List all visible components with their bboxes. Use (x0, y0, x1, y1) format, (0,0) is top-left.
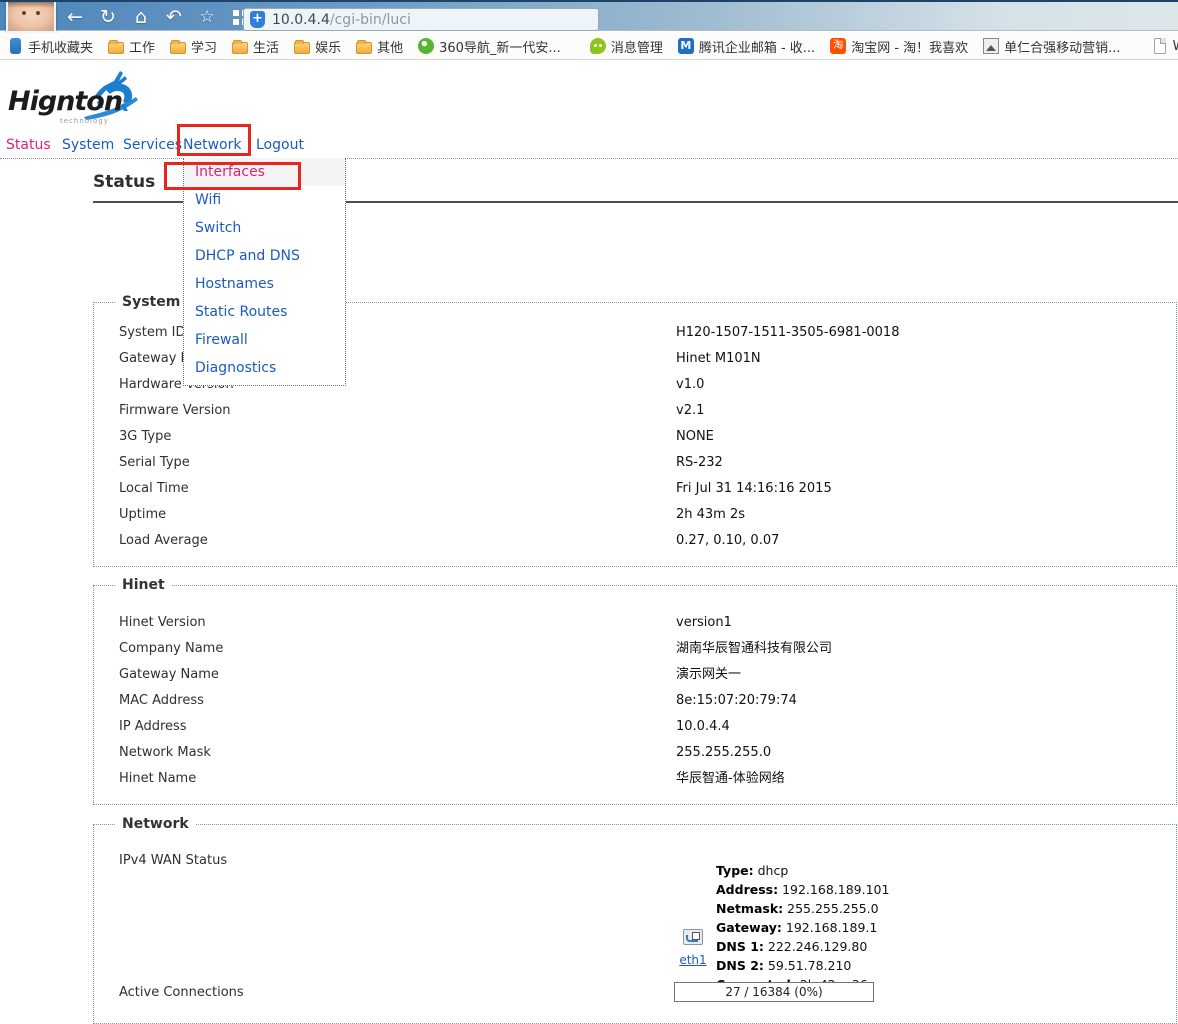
network-dropdown-menu: Interfaces Wifi Switch DHCP and DNS Host… (183, 158, 346, 386)
phone-icon (10, 38, 21, 54)
annotation-box-interfaces (164, 162, 301, 190)
bookmark-folder-study[interactable]: 学习 (170, 37, 217, 56)
table-row: Serial TypeRS-232 (94, 450, 1176, 476)
bookmark-360-nav[interactable]: 360导航_新一代安... (418, 37, 561, 56)
table-row: Hinet Name华辰智通-体验网络 (94, 766, 1176, 792)
dropdown-item-dhcp-dns[interactable]: DHCP and DNS (184, 242, 345, 270)
image-icon (983, 38, 999, 54)
chat-icon (590, 38, 606, 54)
taobao-icon: 淘 (830, 38, 846, 54)
ethernet-port-icon (683, 929, 703, 945)
menu-item-status[interactable]: Status (6, 137, 51, 153)
menu-item-services[interactable]: Services (123, 137, 182, 153)
table-row: 3G TypeNONE (94, 424, 1176, 450)
network-section: Network IPv4 WAN Status eth1 Type: dhcp … (93, 824, 1177, 1024)
page-icon (1154, 38, 1166, 54)
wan-detail-line: DNS 1: 222.246.129.80 (716, 937, 889, 956)
logo-subtitle: technology (60, 117, 109, 125)
menu-item-system[interactable]: System (62, 137, 114, 153)
folder-icon (108, 42, 124, 54)
hignton-logo: Hignton technology (8, 73, 158, 128)
wan-interface-link[interactable]: eth1 (679, 953, 706, 967)
bookmark-message-manager[interactable]: 消息管理 (590, 37, 663, 56)
folder-icon (232, 42, 248, 54)
content-area: Status System System IDH120-1507-1511-35… (0, 158, 1178, 945)
table-row: Load Average0.27, 0.10, 0.07 (94, 528, 1176, 554)
active-connections-label: Active Connections (119, 985, 244, 1000)
folder-icon (294, 42, 310, 54)
back-icon[interactable]: ← (64, 5, 86, 29)
url-text: 10.0.4.4/cgi-bin/luci (272, 12, 411, 28)
dropdown-item-hostnames[interactable]: Hostnames (184, 270, 345, 298)
wan-status-label: IPv4 WAN Status (119, 853, 227, 868)
user-avatar[interactable] (6, 2, 56, 33)
folder-icon (170, 42, 186, 54)
logo-wordmark: Hignton (8, 86, 122, 117)
dropdown-item-switch[interactable]: Switch (184, 214, 345, 242)
bookmark-taobao[interactable]: 淘 淘宝网 - 淘！我喜欢 (830, 37, 968, 56)
bookmark-shanren-marketing[interactable]: 单仁合强移动营销... (983, 37, 1120, 56)
menu-item-logout[interactable]: Logout (256, 137, 304, 153)
360-icon (418, 38, 434, 54)
site-safety-shield-icon[interactable] (250, 11, 265, 28)
table-row: Company Name湖南华辰智通科技有限公司 (94, 636, 1176, 662)
mail-icon: M (678, 38, 694, 54)
undo-icon[interactable]: ↶ (163, 5, 185, 29)
star-icon[interactable]: ☆ (196, 5, 218, 29)
bookmark-tencent-mail[interactable]: M 腾讯企业邮箱 - 收... (678, 37, 815, 56)
bookmarks-bar: 手机收藏夹 工作 学习 生活 娱乐 其他 360导航_新一代安... 消息管理 … (0, 33, 1178, 60)
bookmark-wisecrm[interactable]: WiseCRM NBS - ... (1152, 38, 1178, 54)
router-admin-page: Hignton technology Status System Service… (0, 61, 1178, 945)
table-row: MAC Address8e:15:07:20:79:74 (94, 688, 1176, 714)
bookmark-folder-other[interactable]: 其他 (356, 37, 403, 56)
hinet-section: Hinet Hinet Versionversion1 Company Name… (93, 585, 1177, 805)
refresh-icon[interactable]: ↻ (97, 5, 119, 29)
bookmark-phone-favorites[interactable]: 手机收藏夹 (8, 37, 93, 56)
hinet-section-legend: Hinet (116, 577, 171, 593)
table-row: IP Address10.0.4.4 (94, 714, 1176, 740)
bookmark-folder-entertainment[interactable]: 娱乐 (294, 37, 341, 56)
wan-detail-line: DNS 2: 59.51.78.210 (716, 956, 889, 975)
bookmark-folder-work[interactable]: 工作 (108, 37, 155, 56)
wan-detail-line: Netmask: 255.255.255.0 (716, 899, 889, 918)
table-row: Hinet Versionversion1 (94, 610, 1176, 636)
bookmark-folder-life[interactable]: 生活 (232, 37, 279, 56)
wan-detail-line: Address: 192.168.189.101 (716, 880, 889, 899)
table-row: Firmware Versionv2.1 (94, 398, 1176, 424)
annotation-box-network (177, 124, 251, 156)
dropdown-item-diagnostics[interactable]: Diagnostics (184, 354, 345, 382)
address-bar[interactable]: 10.0.4.4/cgi-bin/luci (243, 8, 599, 31)
folder-icon (356, 42, 372, 54)
dropdown-item-static-routes[interactable]: Static Routes (184, 298, 345, 326)
browser-toolbar: ← ↻ ⌂ ↶ ☆ 10.0.4.4/cgi-bin/luci (0, 0, 1178, 31)
network-section-legend: Network (116, 816, 195, 832)
table-row: Uptime2h 43m 2s (94, 502, 1176, 528)
table-row: Gateway Name演示网关一 (94, 662, 1176, 688)
dropdown-item-firewall[interactable]: Firewall (184, 326, 345, 354)
active-connections-progressbar: 27 / 16384 (0%) (674, 982, 874, 1002)
wan-detail-line: Type: dhcp (716, 861, 889, 880)
system-section-legend: System (116, 294, 186, 310)
table-row: Network Mask255.255.255.0 (94, 740, 1176, 766)
dropdown-item-wifi[interactable]: Wifi (184, 186, 345, 214)
wan-status-block: eth1 Type: dhcp Address: 192.168.189.101… (678, 861, 889, 994)
home-icon[interactable]: ⌂ (130, 5, 152, 29)
table-row: Local TimeFri Jul 31 14:16:16 2015 (94, 476, 1176, 502)
wan-detail-line: Gateway: 192.168.189.1 (716, 918, 889, 937)
